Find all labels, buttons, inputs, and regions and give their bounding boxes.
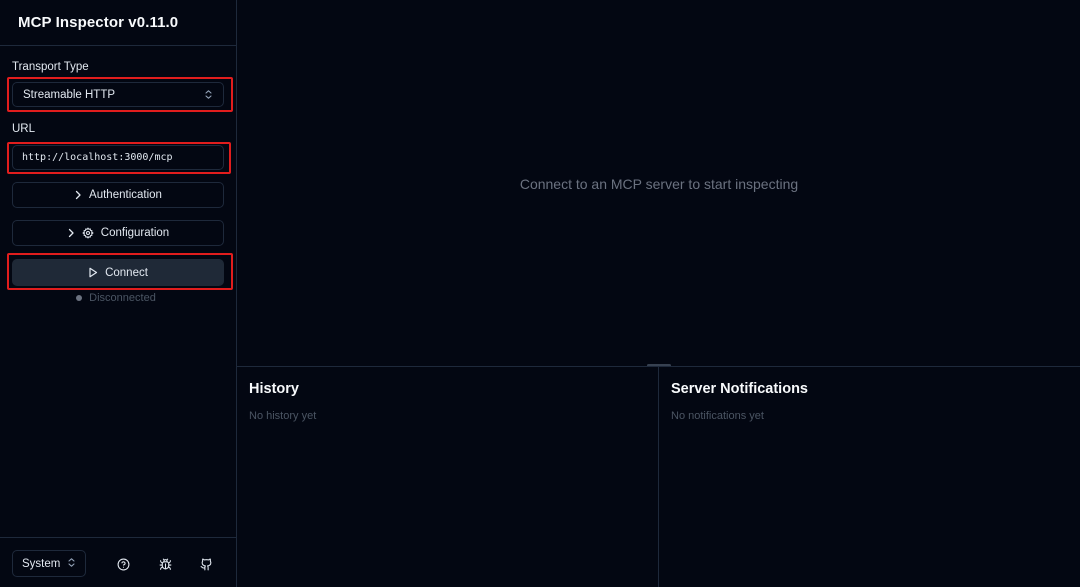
chevron-right-icon [74, 190, 82, 200]
bug-icon[interactable] [155, 554, 175, 574]
url-input[interactable] [12, 145, 224, 170]
app-title: MCP Inspector v0.11.0 [18, 14, 179, 31]
connect-button[interactable]: Connect [12, 259, 224, 286]
transport-type-value: Streamable HTTP [23, 88, 116, 101]
sidebar: MCP Inspector v0.11.0 Transport Type Str… [0, 0, 237, 587]
authentication-button[interactable]: Authentication [12, 182, 224, 208]
configuration-button[interactable]: Configuration [12, 220, 224, 246]
sidebar-footer: System [0, 537, 237, 587]
history-panel: History No history yet [237, 367, 659, 587]
history-empty-text: No history yet [249, 410, 317, 422]
history-title: History [249, 381, 299, 397]
app-root: MCP Inspector v0.11.0 Transport Type Str… [0, 0, 1080, 587]
main-content: Connect to an MCP server to start inspec… [238, 0, 1080, 366]
transport-type-label: Transport Type [12, 61, 89, 73]
server-notifications-title: Server Notifications [671, 381, 808, 397]
chevron-right-icon [67, 228, 75, 238]
transport-type-select[interactable]: Streamable HTTP [12, 82, 224, 107]
connect-label: Connect [105, 266, 148, 279]
url-label: URL [12, 123, 36, 135]
status-text: Disconnected [89, 292, 156, 304]
server-notifications-panel: Server Notifications No notifications ye… [659, 367, 1080, 587]
notifications-empty-text: No notifications yet [671, 410, 764, 422]
github-icon[interactable] [196, 554, 216, 574]
gear-icon [82, 227, 94, 239]
chevrons-up-down-icon [67, 557, 76, 571]
sidebar-header: MCP Inspector v0.11.0 [0, 0, 236, 46]
status-dot-icon [76, 295, 83, 301]
empty-state-message: Connect to an MCP server to start inspec… [519, 176, 799, 192]
authentication-label: Authentication [89, 189, 162, 201]
play-icon [88, 267, 98, 278]
chevrons-up-down-icon [204, 89, 213, 100]
configuration-label: Configuration [100, 227, 170, 239]
help-icon[interactable] [113, 554, 133, 574]
connection-status: Disconnected [0, 292, 237, 304]
theme-value: System [22, 557, 61, 570]
theme-select[interactable]: System [12, 550, 86, 577]
bottom-panels: History No history yet Server Notificati… [237, 366, 1080, 587]
